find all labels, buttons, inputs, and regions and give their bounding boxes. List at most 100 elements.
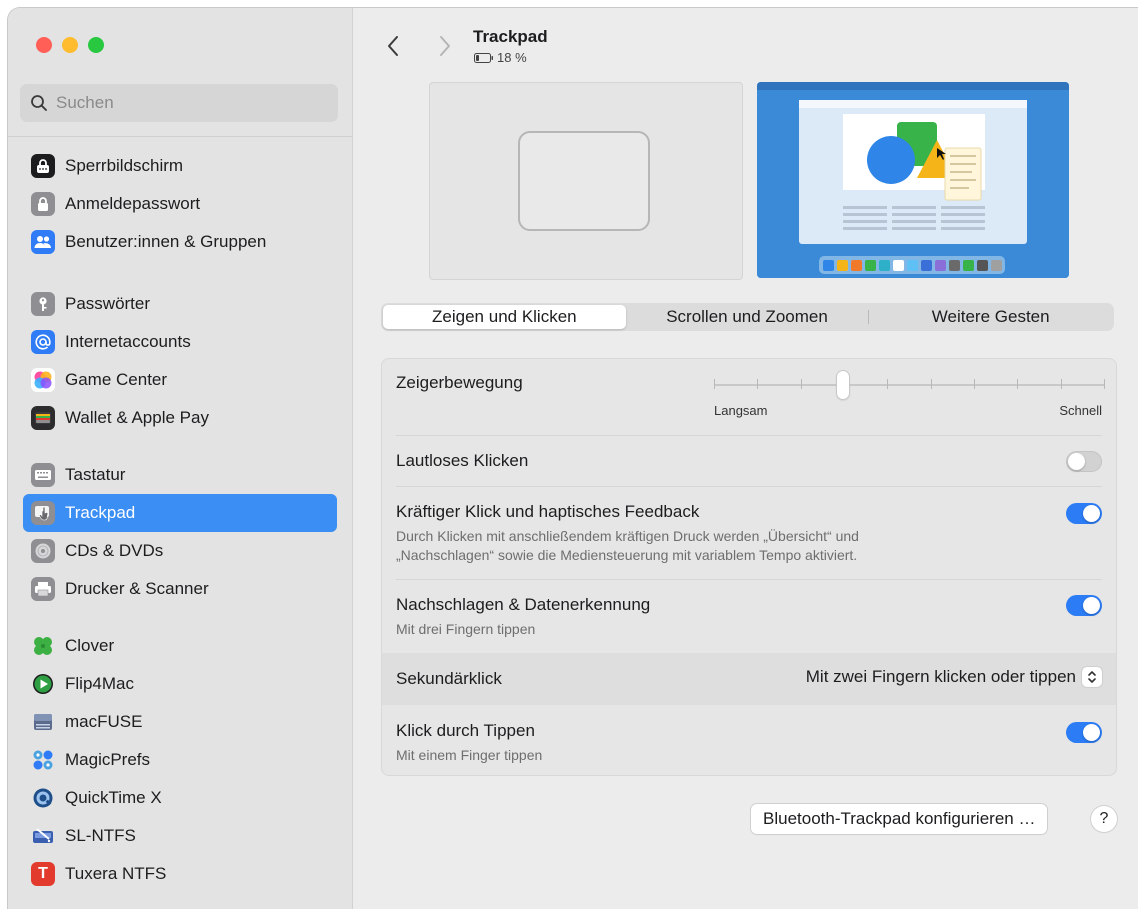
back-button[interactable]	[381, 32, 405, 60]
search-input[interactable]	[54, 92, 328, 114]
sidebar-item-label: Drucker & Scanner	[65, 579, 209, 598]
sidebar-item-sperrbildschirm[interactable]: Sperrbildschirm	[23, 147, 337, 185]
minimize-window-button[interactable]	[62, 37, 78, 53]
sidebar-item-drucker-scanner[interactable]: Drucker & Scanner	[23, 570, 337, 608]
settings-window: Sperrbildschirm Anmeldepasswort Benutzer:i…	[8, 8, 1138, 909]
silent-click-toggle[interactable]	[1066, 451, 1102, 472]
tuxera-icon: T	[31, 862, 55, 886]
search-icon	[31, 95, 47, 111]
sidebar-item-label: MagicPrefs	[65, 750, 151, 769]
lookup-row: Nachschlagen & Datenerkennung Mit drei F…	[382, 580, 1116, 652]
lookup-label: Nachschlagen & Datenerkennung	[396, 595, 651, 614]
trackpad-preview	[429, 82, 743, 280]
page-title: Trackpad	[473, 27, 548, 46]
keyboard-icon	[31, 463, 55, 487]
forward-button[interactable]	[433, 32, 457, 60]
force-click-description: Durch Klicken mit anschließendem kräftig…	[396, 527, 996, 565]
desktop-illustration	[757, 82, 1069, 278]
toggle-knob	[1083, 597, 1100, 614]
lookup-description: Mit drei Fingern tippen	[396, 621, 536, 637]
close-window-button[interactable]	[36, 37, 52, 53]
toggle-knob	[1068, 453, 1085, 470]
sidebar-item-benutzer-innen-gruppen[interactable]: Benutzer:innen & Gruppen	[23, 223, 337, 261]
sidebar-item-passwörter[interactable]: Passwörter	[23, 285, 337, 323]
pointer-speed-track[interactable]	[714, 384, 1104, 386]
sidebar-item-label: macFUSE	[65, 712, 143, 731]
sidebar-item-magicprefs[interactable]: MagicPrefs	[23, 741, 337, 779]
sidebar-item-macfuse[interactable]: macFUSE	[23, 703, 337, 741]
sidebar-item-label: Tastatur	[65, 465, 126, 484]
slider-tick	[974, 379, 975, 389]
chevron-right-icon	[440, 36, 450, 56]
sidebar: Sperrbildschirm Anmeldepasswort Benutzer:i…	[8, 8, 353, 909]
sidebar-item-label: Benutzer:innen & Gruppen	[65, 232, 267, 251]
sidebar-item-clover[interactable]: Clover	[23, 627, 337, 665]
sidebar-item-flip4mac[interactable]: Flip4Mac	[23, 665, 337, 703]
fuse-icon	[31, 710, 55, 734]
secondary-click-value: Mit zwei Fingern klicken oder tippen	[805, 667, 1076, 686]
sidebar-item-label: Passwörter	[65, 294, 151, 313]
slider-tick	[930, 379, 932, 389]
key-icon	[31, 292, 55, 316]
sidebar-item-label: QuickTime X	[65, 788, 162, 807]
game-center-icon	[31, 368, 55, 392]
slider-tick	[1060, 379, 1062, 389]
sidebar-group: Sperrbildschirm Anmeldepasswort Benutzer:i…	[23, 147, 337, 261]
printer-icon	[31, 577, 55, 601]
force-click-toggle[interactable]	[1066, 503, 1102, 524]
sidebar-item-label: CDs & DVDs	[65, 541, 164, 560]
lookup-toggle[interactable]	[1066, 595, 1102, 616]
sidebar-item-label: Internetaccounts	[65, 332, 191, 351]
sidebar-item-sl-ntfs[interactable]: SL-NTFS	[23, 817, 337, 855]
quicktime-icon	[31, 786, 55, 810]
sidebar-item-label: SL-NTFS	[65, 826, 136, 845]
users-icon	[31, 230, 55, 254]
tab-weitere-gesten[interactable]: Weitere Gesten	[869, 305, 1112, 329]
tap-to-click-description: Mit einem Finger tippen	[396, 747, 543, 763]
force-click-row: Kräftiger Klick und haptisches Feedback …	[382, 487, 1116, 579]
sidebar-item-label: Tuxera NTFS	[65, 864, 167, 883]
slider-tick	[757, 379, 759, 389]
tab-zeigen-und-klicken[interactable]: Zeigen und Klicken	[383, 305, 626, 329]
sidebar-item-label: Clover	[65, 636, 115, 655]
pointer-speed-slider[interactable]	[836, 371, 849, 399]
sidebar-item-cds-dvds[interactable]: CDs & DVDs	[23, 532, 337, 570]
slider-tick	[800, 379, 802, 389]
sidebar-group: Tastatur Trackpad CDs & DVDs Drucker & Scan…	[23, 456, 337, 608]
play-icon	[31, 672, 55, 696]
sidebar-item-internetaccounts[interactable]: Internetaccounts	[23, 323, 337, 361]
tap-to-click-row: Klick durch Tippen Mit einem Finger tipp…	[382, 706, 1116, 775]
search-box[interactable]	[20, 84, 338, 122]
lock-screen-icon	[31, 154, 55, 178]
silent-click-row: Lautloses Klicken	[382, 436, 1116, 486]
secondary-click-select[interactable]: Mit zwei Fingern klicken oder tippen	[806, 667, 1102, 687]
sidebar-item-label: Trackpad	[65, 503, 136, 522]
sidebar-item-anmeldepasswort[interactable]: Anmeldepasswort	[23, 185, 337, 223]
sidebar-item-tastatur[interactable]: Tastatur	[23, 456, 337, 494]
silent-click-label: Lautloses Klicken	[396, 451, 529, 470]
tab-scrollen-und-zoomen[interactable]: Scrollen und Zoomen	[626, 305, 869, 329]
tap-to-click-toggle[interactable]	[1066, 722, 1102, 743]
settings-panel: Zeigerbewegung Langsam Schnell Lautloses…	[381, 358, 1117, 776]
sidebar-item-quicktime-x[interactable]: QuickTime X	[23, 779, 337, 817]
zoom-window-button[interactable]	[88, 37, 104, 53]
toggle-knob	[1083, 505, 1100, 522]
force-click-description-line-1: Durch Klicken mit anschließendem kräftig…	[396, 528, 859, 544]
help-button[interactable]: ?	[1091, 806, 1117, 832]
sidebar-item-trackpad[interactable]: Trackpad	[23, 494, 337, 532]
slider-tick	[1017, 379, 1019, 389]
sidebar-item-label: Wallet & Apple Pay	[65, 408, 209, 427]
slider-tick	[1104, 379, 1105, 389]
battery-percent: 18 %	[497, 50, 527, 65]
pointer-speed-label: Zeigerbewegung	[396, 373, 523, 392]
sidebar-item-tuxera-ntfs[interactable]: T Tuxera NTFS	[23, 855, 337, 893]
bluetooth-trackpad-button[interactable]: Bluetooth-Trackpad konfigurieren …	[751, 804, 1048, 834]
force-click-label: Kräftiger Klick und haptisches Feedback	[396, 502, 700, 521]
pointer-speed-min-label: Langsam	[714, 403, 768, 418]
tab-control: Zeigen und Klicken Scrollen und Zoomen W…	[381, 303, 1114, 331]
wallet-icon	[31, 406, 55, 430]
toggle-knob	[1083, 724, 1100, 741]
chevron-left-icon	[388, 36, 398, 56]
sidebar-item-wallet-apple-pay[interactable]: Wallet & Apple Pay	[23, 399, 337, 437]
sidebar-item-game-center[interactable]: Game Center	[23, 361, 337, 399]
